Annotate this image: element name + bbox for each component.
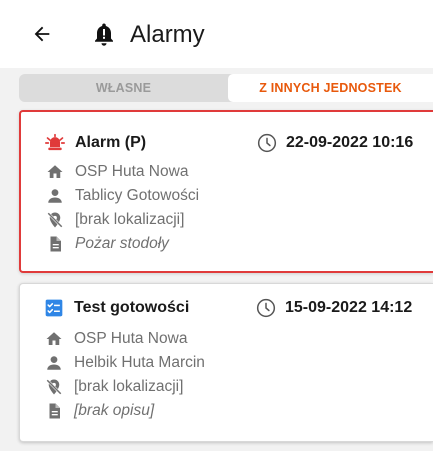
bell-icon	[95, 23, 113, 46]
description-text: Pożar stodoły	[75, 235, 169, 252]
description-text: [brak opisu]	[74, 402, 155, 419]
arrow-left-icon	[34, 26, 50, 42]
tab-other-units[interactable]: Z INNYCH JEDNOSTEK	[228, 74, 433, 102]
clock-icon	[255, 297, 277, 319]
author-name: Tablicy Gotowości	[75, 187, 200, 204]
alarm-title-row: Alarm (P)	[45, 132, 146, 154]
author-row: Tablicy Gotowości	[45, 185, 199, 207]
description-row: Pożar stodoły	[45, 233, 169, 255]
location-row: [brak lokalizacji]	[44, 376, 183, 398]
home-icon	[45, 162, 65, 182]
author-row: Helbik Huta Marcin	[44, 352, 205, 374]
alarm-title: Test gotowości	[74, 299, 190, 316]
unit-name: OSP Huta Nowa	[75, 163, 189, 180]
unit-row: OSP Huta Nowa	[45, 161, 188, 183]
tab-bar: WŁASNE Z INNYCH JEDNOSTEK	[19, 74, 433, 102]
alarm-time: 22-09-2022 10:16	[256, 132, 413, 154]
home-icon	[44, 329, 64, 349]
alarm-time: 15-09-2022 14:12	[255, 297, 412, 319]
alarm-title-row: Test gotowości	[44, 297, 189, 319]
unit-name: OSP Huta Nowa	[74, 330, 188, 347]
alarm-siren-icon	[45, 133, 65, 153]
alarm-card[interactable]: Alarm (P) 22-09-2022 10:16 OSP Huta Nowa…	[19, 110, 433, 273]
person-icon	[45, 186, 65, 206]
app-header: Alarmy	[0, 0, 433, 68]
page-title: Alarmy	[130, 21, 205, 48]
alarm-datetime: 15-09-2022 14:12	[285, 299, 413, 316]
back-button[interactable]	[28, 20, 56, 48]
document-icon	[44, 401, 64, 421]
location-off-icon	[44, 377, 64, 397]
alarm-datetime: 22-09-2022 10:16	[286, 134, 414, 151]
author-name: Helbik Huta Marcin	[74, 354, 205, 371]
location-off-icon	[45, 210, 65, 230]
alarm-title: Alarm (P)	[75, 134, 147, 151]
location-text: [brak lokalizacji]	[75, 211, 185, 228]
location-row: [brak lokalizacji]	[45, 209, 184, 231]
unit-row: OSP Huta Nowa	[44, 328, 187, 350]
alarm-card[interactable]: Test gotowości 15-09-2022 14:12 OSP Huta…	[19, 283, 433, 442]
location-text: [brak lokalizacji]	[74, 378, 184, 395]
checklist-icon	[44, 298, 64, 318]
description-row: [brak opisu]	[44, 400, 154, 422]
tab-own[interactable]: WŁASNE	[19, 74, 228, 102]
clock-icon	[256, 132, 278, 154]
document-icon	[45, 234, 65, 254]
person-icon	[44, 353, 64, 373]
